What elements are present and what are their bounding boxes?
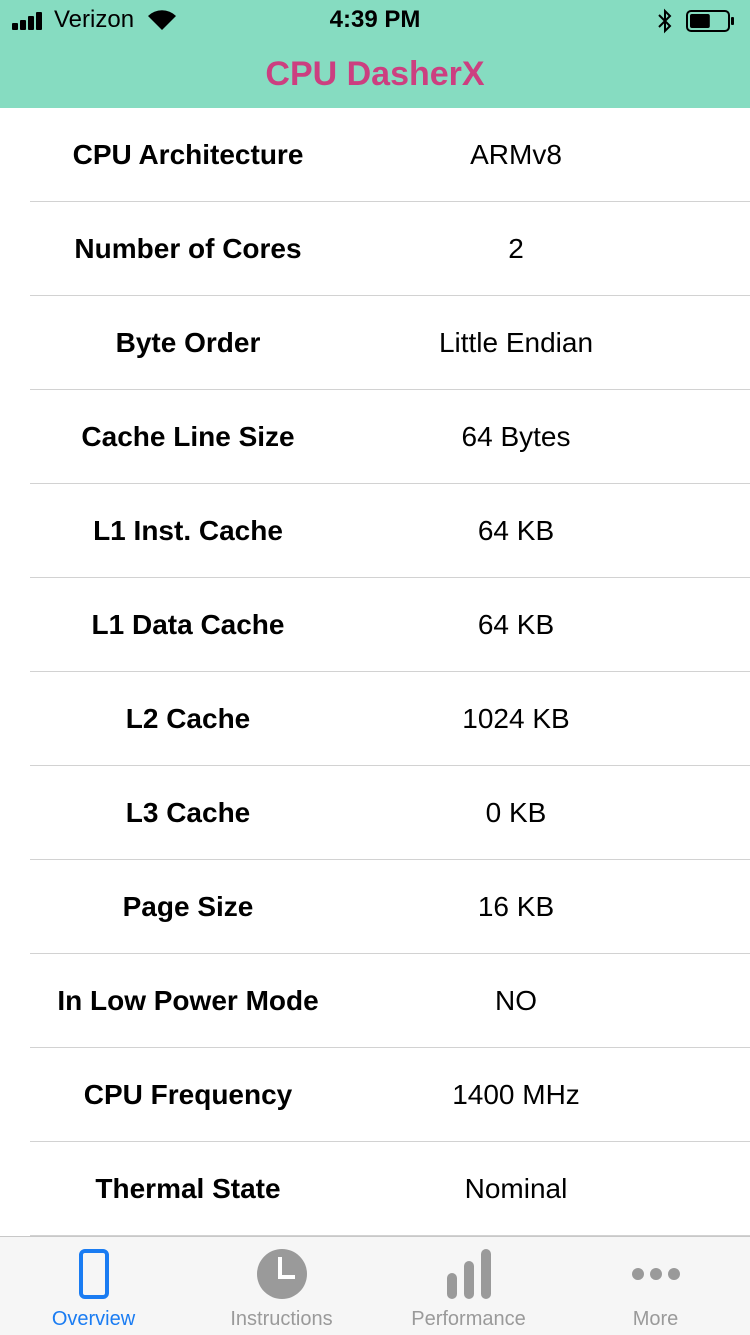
cpu-info-table: CPU Architecture ARMv8 Number of Cores 2 Byt… bbox=[30, 108, 750, 1236]
table-row: Number of Cores 2 bbox=[30, 202, 750, 296]
row-value: Little Endian bbox=[438, 326, 594, 358]
row-label: In Low Power Mode bbox=[57, 984, 319, 1016]
tab-instructions[interactable]: Instructions bbox=[188, 1237, 375, 1335]
table-row: CPU Architecture ARMv8 bbox=[30, 108, 750, 202]
row-value: 64 KB bbox=[477, 608, 555, 640]
bar-chart-icon bbox=[446, 1249, 491, 1299]
row-value: 0 KB bbox=[485, 796, 547, 828]
row-value: NO bbox=[495, 984, 537, 1016]
row-label: Number of Cores bbox=[74, 232, 302, 264]
row-value: ARMv8 bbox=[470, 138, 562, 170]
row-value: 1024 KB bbox=[462, 702, 570, 734]
row-label: Byte Order bbox=[115, 326, 261, 358]
page-title: CPU DasherX bbox=[265, 55, 485, 93]
row-value: 64 KB bbox=[477, 514, 555, 546]
row-label: Thermal State bbox=[95, 1172, 281, 1204]
row-label: Cache Line Size bbox=[81, 420, 295, 452]
row-value: 1400 MHz bbox=[452, 1078, 580, 1110]
table-row: Cache Line Size 64 Bytes bbox=[30, 390, 750, 484]
tab-overview[interactable]: Overview bbox=[0, 1237, 187, 1335]
row-value: 16 KB bbox=[477, 890, 555, 922]
status-time: 4:39 PM bbox=[329, 6, 421, 33]
tab-more[interactable]: More bbox=[562, 1237, 749, 1335]
tab-bar: Overview Instructions Performance More bbox=[0, 1236, 750, 1335]
row-label: CPU Frequency bbox=[83, 1078, 293, 1110]
row-value: 2 bbox=[508, 232, 524, 264]
row-value: 64 Bytes bbox=[461, 420, 571, 452]
row-label: L1 Inst. Cache bbox=[93, 514, 283, 546]
tab-performance[interactable]: Performance bbox=[375, 1237, 562, 1335]
table-row: Byte Order Little Endian bbox=[30, 296, 750, 390]
clock-icon bbox=[256, 1249, 307, 1299]
table-row: CPU Frequency 1400 MHz bbox=[30, 1048, 750, 1142]
row-label: L3 Cache bbox=[125, 796, 251, 828]
table-row: In Low Power Mode NO bbox=[30, 954, 750, 1048]
tab-label: Instructions bbox=[230, 1308, 333, 1330]
bluetooth-icon bbox=[658, 8, 672, 34]
row-label: Page Size bbox=[122, 890, 254, 922]
table-row: Thermal State Nominal bbox=[30, 1142, 750, 1236]
tab-label: Overview bbox=[51, 1308, 136, 1330]
table-row: Page Size 16 KB bbox=[30, 860, 750, 954]
phone-icon bbox=[78, 1249, 109, 1299]
row-label: L1 Data Cache bbox=[91, 608, 285, 640]
row-label: CPU Architecture bbox=[72, 138, 304, 170]
tab-label: More bbox=[632, 1308, 679, 1330]
row-value: Nominal bbox=[464, 1172, 568, 1204]
table-row: L2 Cache 1024 KB bbox=[30, 672, 750, 766]
row-label: L2 Cache bbox=[125, 702, 251, 734]
app-header: Verizon 4:39 PM CPU DasherX bbox=[0, 0, 750, 108]
table-row: L1 Inst. Cache 64 KB bbox=[30, 484, 750, 578]
table-row: L3 Cache 0 KB bbox=[30, 766, 750, 860]
status-bar: Verizon 4:39 PM bbox=[0, 0, 750, 40]
tab-label: Performance bbox=[411, 1308, 526, 1330]
battery-icon bbox=[686, 10, 734, 32]
more-dots-icon bbox=[631, 1268, 680, 1280]
table-row: L1 Data Cache 64 KB bbox=[30, 578, 750, 672]
